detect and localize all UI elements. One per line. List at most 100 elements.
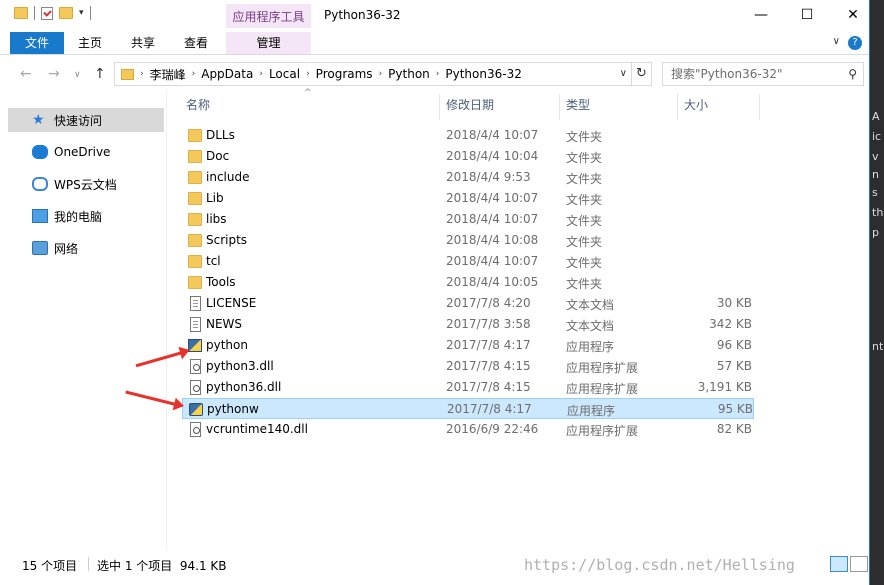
file-size: 95 KB	[717, 402, 753, 416]
background-text: th	[872, 206, 884, 219]
file-date: 2018/4/4 10:07	[446, 212, 539, 226]
sidebar-item-this-pc[interactable]: 我的电脑	[8, 204, 164, 228]
sidebar-item-label: 网络	[54, 241, 79, 256]
refresh-button[interactable]: ↻	[632, 62, 652, 86]
tab-file[interactable]: 文件	[10, 32, 64, 54]
file-name: Lib	[206, 191, 224, 205]
sidebar-item-quick-access[interactable]: ★ 快速访问	[8, 108, 164, 132]
file-name: tcl	[206, 254, 221, 268]
tab-view[interactable]: 查看	[174, 32, 218, 54]
search-input[interactable]: 搜索"Python36-32" ⚲	[662, 62, 864, 86]
file-name: python36.dll	[206, 380, 282, 394]
tab-share[interactable]: 共享	[120, 32, 166, 54]
sidebar-item-onedrive[interactable]: OneDrive	[8, 140, 164, 164]
search-icon[interactable]: ⚲	[848, 63, 857, 85]
file-date: 2016/6/9 22:46	[446, 422, 539, 436]
file-type: 应用程序扩展	[566, 382, 639, 396]
table-row[interactable]: python36.dll 2017/7/8 4:15 应用程序扩展 3,191 KB	[182, 377, 754, 398]
file-list: ^ 名称 修改日期 类型 大小 DLLs 2018/4/4 10:07 文件夹 Doc…	[180, 88, 869, 550]
table-row[interactable]: pythonw 2017/7/8 4:17 应用程序 95 KB	[182, 398, 754, 419]
table-row[interactable]: NEWS 2017/7/8 3:58 文本文档 342 KB	[182, 314, 754, 335]
breadcrumb-item[interactable]: Local	[263, 67, 306, 81]
help-icon[interactable]: ?	[848, 36, 862, 50]
table-row[interactable]: Scripts 2018/4/4 10:08 文件夹	[182, 230, 754, 251]
dll-file-icon	[190, 422, 201, 437]
address-bar[interactable]: › 李瑞峰 › AppData › Local › Programs › Pyt…	[114, 62, 632, 86]
file-name: python3.dll	[206, 359, 274, 373]
file-type: 文件夹	[566, 130, 603, 144]
file-size: 82 KB	[716, 422, 752, 436]
file-type: 应用程序	[567, 404, 616, 418]
details-view-button[interactable]	[830, 556, 848, 572]
file-date: 2018/4/4 10:07	[446, 191, 539, 205]
up-arrow-icon[interactable]: ↑	[94, 66, 106, 82]
sidebar-item-network[interactable]: 网络	[8, 236, 164, 260]
divider	[439, 94, 440, 120]
table-row[interactable]: Tools 2018/4/4 10:05 文件夹	[182, 272, 754, 293]
column-header-type[interactable]: 类型	[566, 90, 590, 120]
chevron-down-icon[interactable]: ∨	[74, 70, 81, 80]
context-tab-group-label: 应用程序工具	[226, 4, 311, 28]
column-header-name[interactable]: 名称	[186, 90, 210, 120]
forward-arrow-icon[interactable]: →	[48, 66, 60, 82]
tab-manage[interactable]: 管理	[226, 32, 311, 54]
text-file-icon	[190, 296, 201, 311]
minimize-button[interactable]: —	[738, 0, 784, 30]
table-row[interactable]: LICENSE 2017/7/8 4:20 文本文档 30 KB	[182, 293, 754, 314]
table-row[interactable]: Lib 2018/4/4 10:07 文件夹	[182, 188, 754, 209]
table-row[interactable]: tcl 2018/4/4 10:07 文件夹	[182, 251, 754, 272]
file-type: 文件夹	[566, 277, 603, 291]
table-row[interactable]: Doc 2018/4/4 10:04 文件夹	[182, 146, 754, 167]
title-bar: ▾ 应用程序工具 Python36-32 — ☐ ✕	[0, 0, 869, 32]
file-name: Scripts	[206, 233, 248, 247]
folder-icon	[188, 213, 202, 226]
folder-icon[interactable]	[14, 7, 28, 19]
file-date: 2017/7/8 4:20	[446, 296, 531, 310]
explorer-window: ▾ 应用程序工具 Python36-32 — ☐ ✕ 文件 主页 共享 查看 管…	[0, 0, 870, 585]
file-date: 2018/4/4 10:07	[446, 128, 539, 142]
breadcrumb-item[interactable]: AppData	[195, 67, 259, 81]
table-row[interactable]: python3.dll 2017/7/8 4:15 应用程序扩展 57 KB	[182, 356, 754, 377]
folder-icon	[121, 68, 134, 80]
dll-file-icon	[190, 359, 201, 374]
file-name: vcruntime140.dll	[206, 422, 308, 436]
table-row[interactable]: python 2017/7/8 4:17 应用程序 96 KB	[182, 335, 754, 356]
column-header-size[interactable]: 大小	[684, 90, 708, 120]
dll-file-icon	[190, 380, 201, 395]
table-row[interactable]: DLLs 2018/4/4 10:07 文件夹	[182, 125, 754, 146]
file-date: 2018/4/4 10:04	[446, 149, 539, 163]
tab-home[interactable]: 主页	[68, 32, 112, 54]
sidebar-item-wps-cloud[interactable]: WPS云文档	[8, 172, 164, 196]
sidebar-item-label: 快速访问	[54, 113, 103, 128]
new-folder-icon[interactable]	[59, 7, 73, 19]
file-type: 文本文档	[566, 319, 615, 333]
background-text: v	[872, 150, 879, 163]
file-size: 30 KB	[716, 296, 752, 310]
cloud-icon	[32, 145, 48, 159]
background-text: A	[872, 110, 880, 123]
chevron-down-icon[interactable]: ▾	[79, 8, 84, 18]
chevron-down-icon[interactable]: ∨	[620, 68, 627, 79]
address-row: ← → ∨ ↑ › 李瑞峰 › AppData › Local › Progra…	[0, 60, 869, 90]
breadcrumb-item[interactable]: Programs	[310, 67, 379, 81]
breadcrumb-item[interactable]: Python	[382, 67, 436, 81]
network-icon	[32, 241, 48, 255]
chevron-down-icon[interactable]: ∨	[833, 36, 840, 47]
close-button[interactable]: ✕	[830, 0, 869, 30]
table-row[interactable]: include 2018/4/4 9:53 文件夹	[182, 167, 754, 188]
table-row[interactable]: libs 2018/4/4 10:07 文件夹	[182, 209, 754, 230]
maximize-button[interactable]: ☐	[784, 0, 830, 30]
breadcrumb-item[interactable]: Python36-32	[439, 67, 527, 81]
background-window: A ic v n s th p nt	[870, 0, 884, 585]
background-text: s	[872, 186, 878, 199]
sidebar-item-label: 我的电脑	[54, 209, 103, 224]
table-row[interactable]: vcruntime140.dll 2016/6/9 22:46 应用程序扩展 82 K…	[182, 419, 754, 440]
file-name: pythonw	[207, 402, 259, 416]
back-arrow-icon[interactable]: ←	[20, 66, 32, 82]
background-text: n	[872, 168, 879, 181]
large-icons-view-button[interactable]	[850, 556, 868, 572]
properties-icon[interactable]	[41, 6, 53, 20]
breadcrumb-item[interactable]: 李瑞峰	[144, 66, 192, 83]
star-icon: ★	[32, 112, 45, 128]
column-header-date[interactable]: 修改日期	[446, 90, 494, 120]
